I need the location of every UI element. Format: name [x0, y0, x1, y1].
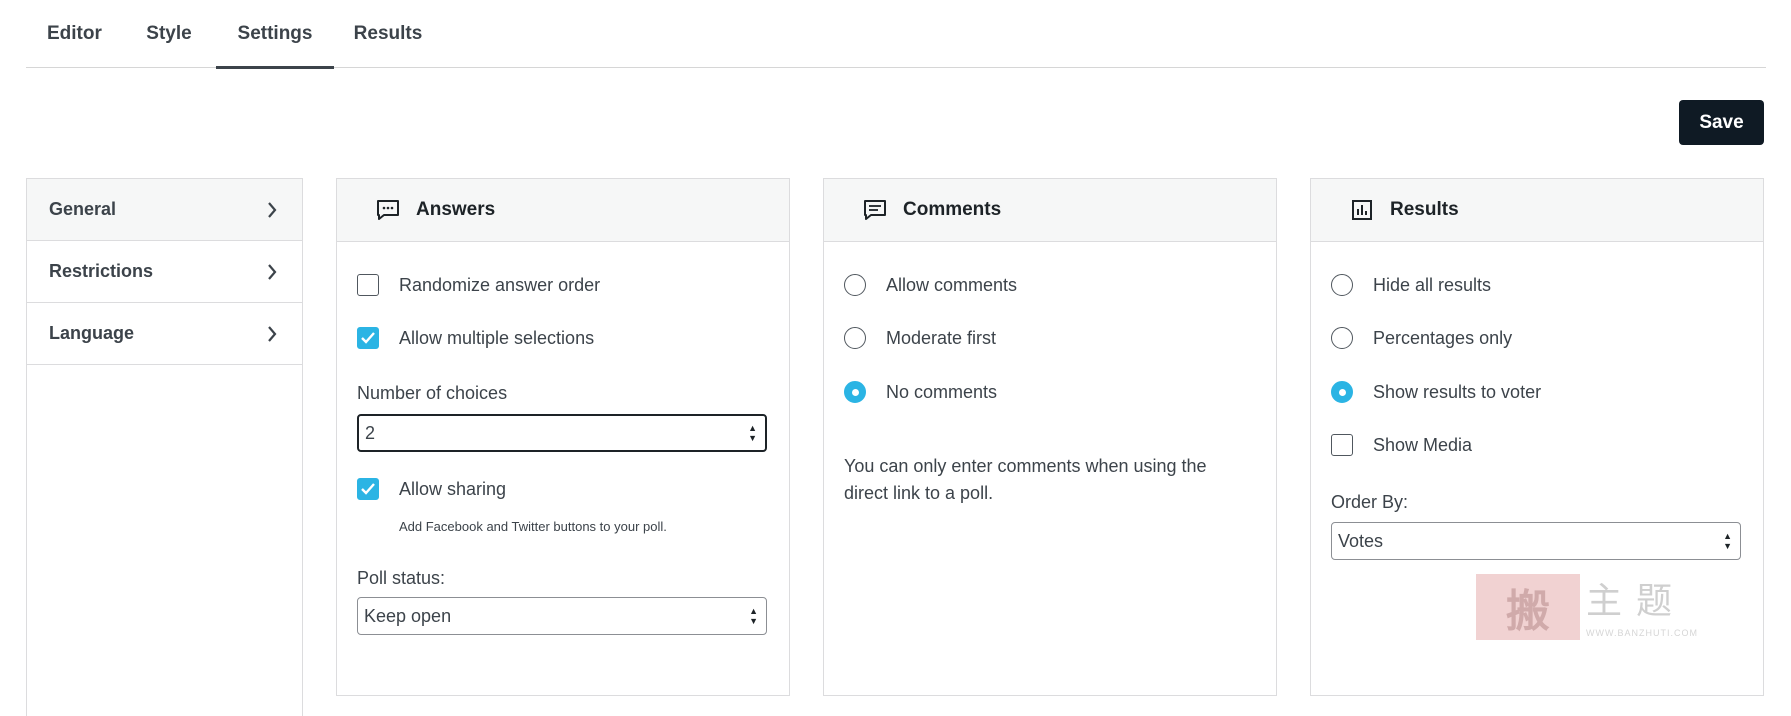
radio-label: Percentages only [1373, 327, 1513, 348]
percentages-only-radio[interactable]: Percentages only [1331, 327, 1512, 349]
answers-panel: Answers Randomize answer order Allow mul… [336, 178, 790, 696]
watermark-text: 主题 [1586, 581, 1687, 622]
checkbox-box[interactable] [357, 327, 379, 349]
poll-status-select[interactable]: Keep open ▲ ▼ [357, 597, 767, 635]
chevron-right-icon [264, 201, 280, 218]
sidebar-item-label: Restrictions [49, 261, 154, 281]
checkbox-label: Allow multiple selections [399, 327, 595, 348]
results-panel-header: Results [1311, 179, 1763, 242]
radio-button[interactable] [844, 327, 866, 349]
checkmark-icon [361, 483, 375, 495]
radio-label: Show results to voter [1373, 381, 1542, 402]
order-by-label: Order By: [1331, 492, 1409, 512]
order-by-value: Votes [1338, 530, 1384, 551]
moderate-first-radio[interactable]: Moderate first [844, 327, 996, 349]
chevron-right-icon [264, 263, 280, 280]
radio-button[interactable] [844, 381, 866, 403]
tab-editor[interactable]: Editor [26, 0, 122, 68]
settings-sidebar: General Restrictions Language [26, 178, 303, 716]
allow-sharing-checkbox[interactable]: Allow sharing [357, 478, 506, 500]
checkbox-box[interactable] [357, 478, 379, 500]
checkmark-icon [361, 332, 375, 344]
radio-button[interactable] [1331, 381, 1353, 403]
tab-bar: Editor Style Settings Results [26, 0, 1766, 69]
poll-status-label: Poll status: [357, 568, 446, 588]
select-arrows-icon: ▲ ▼ [1723, 531, 1732, 551]
checkbox-box[interactable] [1331, 434, 1353, 456]
sidebar-item-label: General [49, 199, 117, 219]
tab-style[interactable]: Style [122, 0, 216, 68]
radio-label: Allow comments [886, 274, 1018, 295]
select-arrows-icon: ▲ ▼ [749, 606, 758, 626]
radio-button[interactable] [1331, 274, 1353, 296]
radio-button[interactable] [1331, 327, 1353, 349]
tab-results[interactable]: Results [334, 0, 442, 68]
checkbox-label: Show Media [1373, 434, 1473, 455]
watermark-logo: 搬 主题 WWW.BANZHUTI.COM [1476, 572, 1706, 642]
checkbox-label: Allow sharing [399, 478, 507, 499]
watermark-url: WWW.BANZHUTI.COM [1586, 628, 1698, 638]
sidebar-item-restrictions[interactable]: Restrictions [27, 241, 302, 303]
number-of-choices-stepper[interactable]: 2 ▲ ▼ [357, 414, 767, 452]
watermark-stamp: 搬 [1476, 574, 1580, 640]
tab-settings[interactable]: Settings [216, 0, 334, 69]
chat-bubble-icon [375, 197, 401, 223]
radio-label: Hide all results [1373, 274, 1492, 295]
show-media-checkbox[interactable]: Show Media [1331, 434, 1472, 456]
radio-label: No comments [886, 381, 998, 402]
answers-panel-header: Answers [337, 179, 789, 242]
comments-title: Comments [903, 199, 1002, 220]
checkbox-box[interactable] [357, 274, 379, 296]
save-button[interactable]: Save [1679, 100, 1764, 145]
radio-label: Moderate first [886, 327, 997, 348]
sidebar-item-general[interactable]: General [27, 179, 302, 241]
randomize-answer-order-checkbox[interactable]: Randomize answer order [357, 274, 600, 296]
sidebar-item-language[interactable]: Language [27, 303, 302, 365]
allow-multiple-selections-checkbox[interactable]: Allow multiple selections [357, 327, 594, 349]
hide-all-results-radio[interactable]: Hide all results [1331, 274, 1491, 296]
sharing-hint: Add Facebook and Twitter buttons to your… [399, 519, 667, 534]
sidebar-item-label: Language [49, 323, 135, 343]
radio-button[interactable] [844, 274, 866, 296]
chevron-right-icon [264, 325, 280, 342]
comments-note: You can only enter comments when using t… [844, 456, 1207, 503]
checkbox-label: Randomize answer order [399, 274, 601, 295]
comment-icon [862, 197, 888, 223]
comments-panel: Comments Allow comments Moderate first N… [823, 178, 1277, 696]
bar-chart-icon [1349, 197, 1375, 223]
no-comments-radio[interactable]: No comments [844, 381, 997, 403]
poll-status-value: Keep open [364, 605, 452, 626]
answers-title: Answers [416, 199, 496, 220]
order-by-select[interactable]: Votes ▲ ▼ [1331, 522, 1741, 560]
results-title: Results [1390, 199, 1459, 220]
number-of-choices-label: Number of choices [357, 383, 508, 403]
number-of-choices-value: 2 [365, 422, 376, 443]
allow-comments-radio[interactable]: Allow comments [844, 274, 1017, 296]
show-results-to-voter-radio[interactable]: Show results to voter [1331, 381, 1541, 403]
stepper-arrows-icon[interactable]: ▲ ▼ [748, 424, 757, 443]
comments-panel-header: Comments [824, 179, 1276, 242]
